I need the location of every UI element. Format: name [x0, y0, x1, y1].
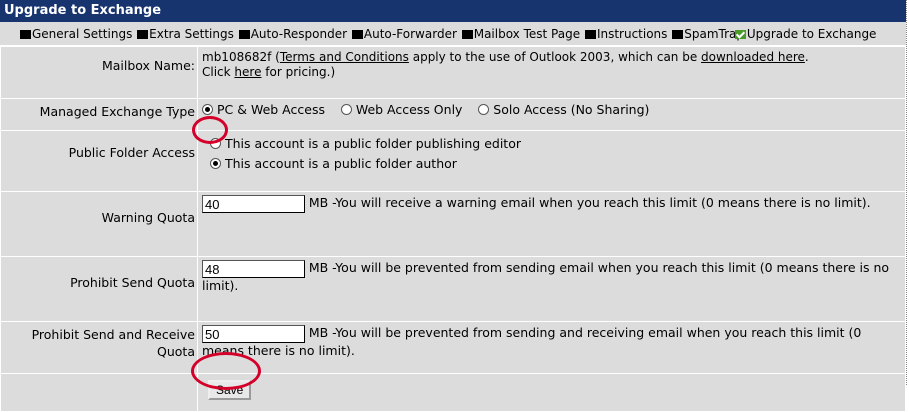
radio-solo-access[interactable]: Solo Access (No Sharing): [478, 102, 649, 117]
tab-extra-settings[interactable]: Extra Settings: [137, 26, 234, 43]
send-receive-quota-input[interactable]: [202, 325, 305, 343]
send-quota-label: Prohibit Send Quota: [0, 256, 198, 322]
radio-icon: [478, 104, 490, 115]
checkbox-icon: [584, 30, 596, 39]
tab-auto-forwarder[interactable]: Auto-Forwarder: [351, 26, 457, 43]
radio-icon: [210, 138, 221, 149]
checkbox-icon: [20, 30, 31, 39]
radio-web-access-only[interactable]: Web Access Only: [340, 102, 462, 117]
pricing-link[interactable]: here: [234, 65, 261, 79]
checkbox-icon: [672, 30, 684, 39]
send-receive-quota-row: Prohibit Send and ReceiveQuota MB -You w…: [0, 321, 906, 374]
exchange-type-options: PC & Web Access Web Access Only Solo Acc…: [197, 98, 906, 131]
download-link[interactable]: downloaded here: [701, 50, 805, 64]
send-receive-quota-label: Prohibit Send and Receive Quota: [0, 321, 198, 374]
save-row: Save: [0, 373, 906, 412]
tab-auto-responder[interactable]: Auto-Responder: [238, 26, 347, 43]
radio-pc-web-access[interactable]: PC & Web Access: [202, 102, 325, 117]
send-quota-unit: MB: [308, 260, 329, 275]
tab-instructions[interactable]: Instructions: [584, 26, 667, 43]
mailbox-info: mb108682f (Terms and Conditions apply to…: [197, 46, 906, 99]
checkbox-icon: [137, 30, 149, 39]
tab-upgrade-to-exchange[interactable]: Upgrade to Exchange: [734, 26, 876, 43]
warning-quota-desc: -You will receive a warning email when y…: [328, 195, 871, 210]
radio-publishing-editor[interactable]: This account is a public folder publishi…: [202, 134, 903, 154]
send-quota-input[interactable]: [202, 260, 305, 278]
mailbox-row: Mailbox Name: mb108682f (Terms and Condi…: [0, 46, 906, 99]
terms-link[interactable]: Terms and Conditions: [280, 50, 409, 64]
radio-folder-author[interactable]: This account is a public folder author: [202, 154, 903, 174]
exchange-type-label: Managed Exchange Type: [0, 98, 198, 131]
panel-title: Upgrade to Exchange: [0, 0, 906, 22]
tab-mailbox-test-page[interactable]: Mailbox Test Page: [461, 26, 580, 43]
checkbox-icon: [461, 30, 473, 39]
tab-spamtrap[interactable]: SpamTrap: [672, 26, 744, 43]
mailbox-name: mb108682f: [202, 50, 272, 64]
public-folder-row: Public Folder Access This account is a p…: [0, 130, 906, 192]
send-quota-row: Prohibit Send Quota MB -You will be prev…: [0, 256, 906, 322]
checkbox-icon: [351, 30, 363, 39]
radio-selected-icon: [210, 158, 221, 169]
save-button[interactable]: Save: [208, 380, 252, 400]
exchange-type-row: Managed Exchange Type PC & Web Access We…: [0, 98, 906, 131]
send-quota-desc: -You will be prevented from sending emai…: [202, 260, 890, 293]
tab-general-settings[interactable]: General Settings: [20, 26, 132, 43]
send-receive-quota-unit: MB: [308, 325, 329, 340]
checkbox-icon: [238, 30, 250, 39]
upgrade-panel: Upgrade to Exchange General Settings Ext…: [0, 0, 907, 412]
public-folder-options: This account is a public folder publishi…: [197, 130, 906, 192]
warning-quota-label: Warning Quota: [0, 191, 198, 257]
exchange-form: Mailbox Name: mb108682f (Terms and Condi…: [0, 46, 906, 412]
settings-tabs: General Settings Extra Settings Auto-Res…: [0, 22, 906, 46]
radio-icon: [340, 104, 352, 115]
checked-checkbox-icon: [734, 30, 746, 39]
radio-selected-icon: [202, 104, 213, 115]
mailbox-label: Mailbox Name:: [0, 46, 198, 99]
warning-quota-unit: MB: [308, 195, 329, 210]
public-folder-label: Public Folder Access: [0, 130, 198, 192]
warning-quota-input[interactable]: [202, 195, 305, 213]
warning-quota-row: Warning Quota MB -You will receive a war…: [0, 191, 906, 257]
